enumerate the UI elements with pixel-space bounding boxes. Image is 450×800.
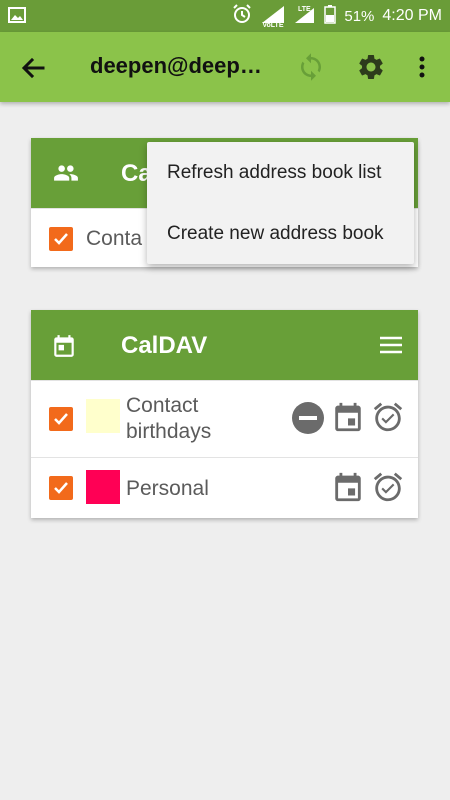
battery-percent: 51% (344, 7, 375, 25)
alarm-icon (232, 4, 252, 28)
checkbox[interactable] (49, 476, 73, 500)
menu-icon[interactable] (378, 332, 404, 363)
gallery-notification-icon (8, 7, 26, 28)
calendar-icon (51, 332, 77, 365)
signal-icon: VoLTE (260, 4, 286, 29)
alarm-check-icon (371, 400, 405, 439)
calendar-label-line2: birthdays (126, 420, 212, 443)
calendar-color-swatch (86, 470, 120, 504)
event-calendar-icon (331, 470, 365, 509)
sync-icon[interactable] (296, 52, 326, 87)
caldav-card-header: CalDAV (31, 310, 418, 380)
clock: 4:20 PM (382, 7, 442, 24)
overflow-menu: Refresh address book list Create new add… (147, 142, 414, 264)
list-item[interactable]: Contact birthdays (31, 380, 418, 457)
list-item[interactable]: Personal (31, 457, 418, 518)
people-icon (51, 160, 81, 191)
app-toolbar: deepen@deepen... (0, 32, 450, 102)
checkbox[interactable] (49, 227, 73, 251)
menu-item-refresh-address-books[interactable]: Refresh address book list (147, 142, 414, 203)
checkbox[interactable] (49, 407, 73, 431)
battery-icon (324, 4, 337, 28)
account-title: deepen@deepen... (90, 53, 270, 78)
menu-item-create-address-book[interactable]: Create new address book (147, 203, 414, 264)
signal-icon-2: LTE (294, 4, 316, 28)
status-bar: VoLTE LTE 51% 4:20 PM (0, 0, 450, 32)
calendar-color-swatch (86, 399, 120, 433)
more-vert-icon[interactable] (410, 52, 434, 87)
volte-label: VoLTE (262, 22, 284, 29)
event-calendar-icon (331, 400, 365, 439)
arrow-left-icon[interactable] (18, 53, 48, 83)
gear-icon[interactable] (356, 52, 386, 87)
calendar-label-line1: Contact (126, 394, 199, 417)
calendar-label: Contact birthdays (126, 393, 211, 445)
alarm-check-icon (371, 470, 405, 509)
caldav-card: CalDAV Contact birthdays Personal (31, 310, 418, 518)
caldav-title: CalDAV (121, 332, 208, 359)
calendar-label: Personal (126, 477, 209, 500)
remove-circle-icon[interactable] (291, 401, 325, 440)
addressbook-label: Conta (86, 227, 143, 250)
